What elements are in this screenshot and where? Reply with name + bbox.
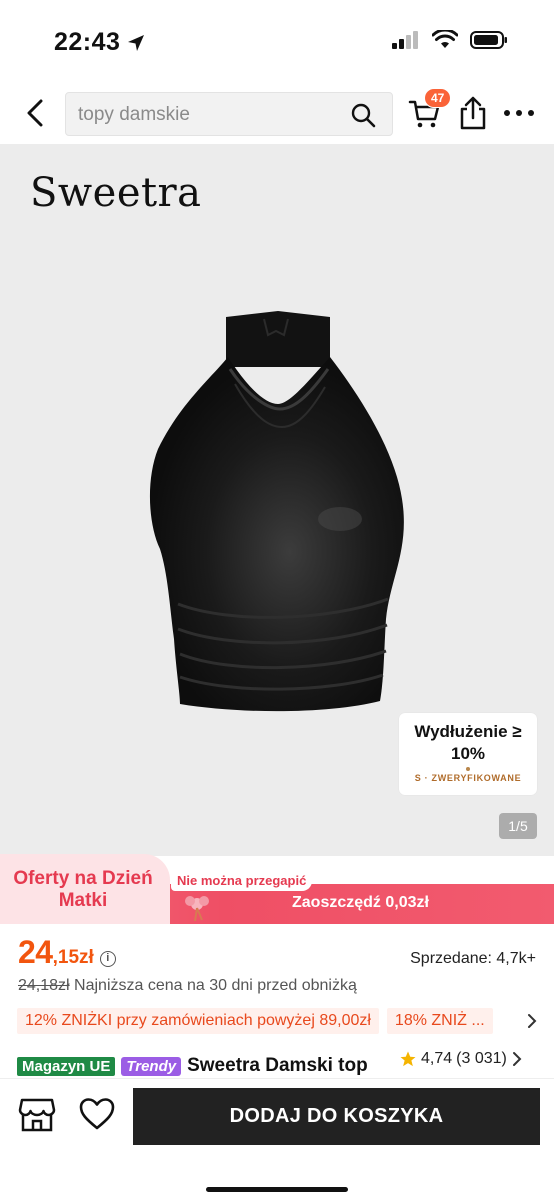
lowest-price-text: Najniższa cena na 30 dni przed obniżką bbox=[69, 977, 357, 994]
cart-count-badge: 47 bbox=[424, 88, 452, 108]
promo-title-panel: Oferty na Dzień Matki bbox=[0, 854, 170, 924]
promo-title: Oferty na Dzień Matki bbox=[13, 868, 153, 911]
star-icon bbox=[400, 1051, 416, 1067]
promo-savings: Zaoszczędź 0,03zł bbox=[292, 894, 429, 911]
status-bar: 22:43 bbox=[0, 0, 554, 82]
product-image bbox=[149, 311, 404, 712]
product-image-gallery[interactable]: Sweetra Wydłużenie ≥ 10% S · ZWERYFIKOWA… bbox=[0, 144, 554, 856]
promo-chip: Nie można przegapić bbox=[171, 870, 313, 891]
battery-icon bbox=[470, 31, 507, 49]
search-placeholder: topy damskie bbox=[78, 104, 190, 125]
lowest-price-note: 24,18zł Najniższa cena na 30 dni przed o… bbox=[18, 977, 357, 995]
signal-icon bbox=[392, 31, 418, 49]
elongation-line2: 10% bbox=[450, 744, 486, 763]
location-arrow-icon bbox=[128, 34, 145, 51]
eu-warehouse-tag: Magazyn UE bbox=[17, 1056, 116, 1076]
old-price: 24,18zł bbox=[18, 977, 70, 994]
divider-dot bbox=[466, 767, 470, 771]
product-title-row: Magazyn UE Trendy Sweetra Damski top bbox=[17, 1055, 368, 1077]
add-to-cart-button[interactable]: DODAJ DO KOSZYKA bbox=[133, 1088, 540, 1145]
price-cents: ,15zł bbox=[52, 947, 94, 968]
price-main: 24 bbox=[18, 934, 53, 970]
coupon-chip[interactable]: 18% ZNIŻ ... bbox=[386, 1008, 493, 1034]
info-icon[interactable]: i bbox=[99, 951, 116, 967]
promo-banner[interactable]: Oferty na Dzień Matki Nie można przegapi… bbox=[0, 854, 554, 924]
top-nav: topy damskie 47 bbox=[0, 82, 554, 144]
flower-icon bbox=[185, 896, 209, 922]
chevron-right-icon bbox=[512, 1052, 522, 1066]
more-options-icon[interactable] bbox=[503, 106, 535, 120]
coupon-row[interactable]: 12% ZNIŻKI przy zamówieniach powyżej 89,… bbox=[17, 1008, 554, 1034]
price: 24 ,15zł i bbox=[18, 934, 116, 971]
home-indicator bbox=[206, 1187, 348, 1192]
rating-value: 4,74 bbox=[421, 1050, 453, 1067]
brand-logo: Sweetra bbox=[30, 170, 202, 216]
coupon-chip[interactable]: 12% ZNIŻKI przy zamówieniach powyżej 89,… bbox=[17, 1008, 379, 1034]
share-icon[interactable] bbox=[458, 96, 488, 130]
sold-count: Sprzedane: 4,7k+ bbox=[410, 950, 536, 967]
review-count: (3 031) bbox=[456, 1050, 507, 1067]
search-input[interactable]: topy damskie bbox=[65, 92, 393, 136]
heart-icon[interactable] bbox=[78, 1097, 116, 1131]
clock-text: 22:43 bbox=[54, 28, 121, 56]
elongation-verified: S · ZWERYFIKOWANE bbox=[414, 773, 522, 783]
chevron-right-icon[interactable] bbox=[526, 1012, 538, 1030]
search-icon[interactable] bbox=[350, 102, 376, 128]
image-pager: 1/5 bbox=[499, 813, 537, 839]
bottom-action-bar: DODAJ DO KOSZYKA bbox=[0, 1078, 554, 1200]
trendy-tag: Trendy bbox=[121, 1056, 182, 1076]
rating[interactable]: 4,74 (3 031) bbox=[399, 1050, 523, 1068]
store-icon[interactable] bbox=[18, 1097, 56, 1133]
product-title: Sweetra Damski top bbox=[187, 1055, 368, 1076]
back-button[interactable] bbox=[20, 96, 50, 130]
elongation-line1: Wydłużenie ≥ bbox=[414, 722, 522, 741]
elongation-badge: Wydłużenie ≥ 10% S · ZWERYFIKOWANE bbox=[399, 713, 537, 795]
wifi-icon bbox=[432, 30, 458, 48]
clock: 22:43 bbox=[54, 28, 146, 57]
chevron-left-icon bbox=[27, 99, 43, 127]
